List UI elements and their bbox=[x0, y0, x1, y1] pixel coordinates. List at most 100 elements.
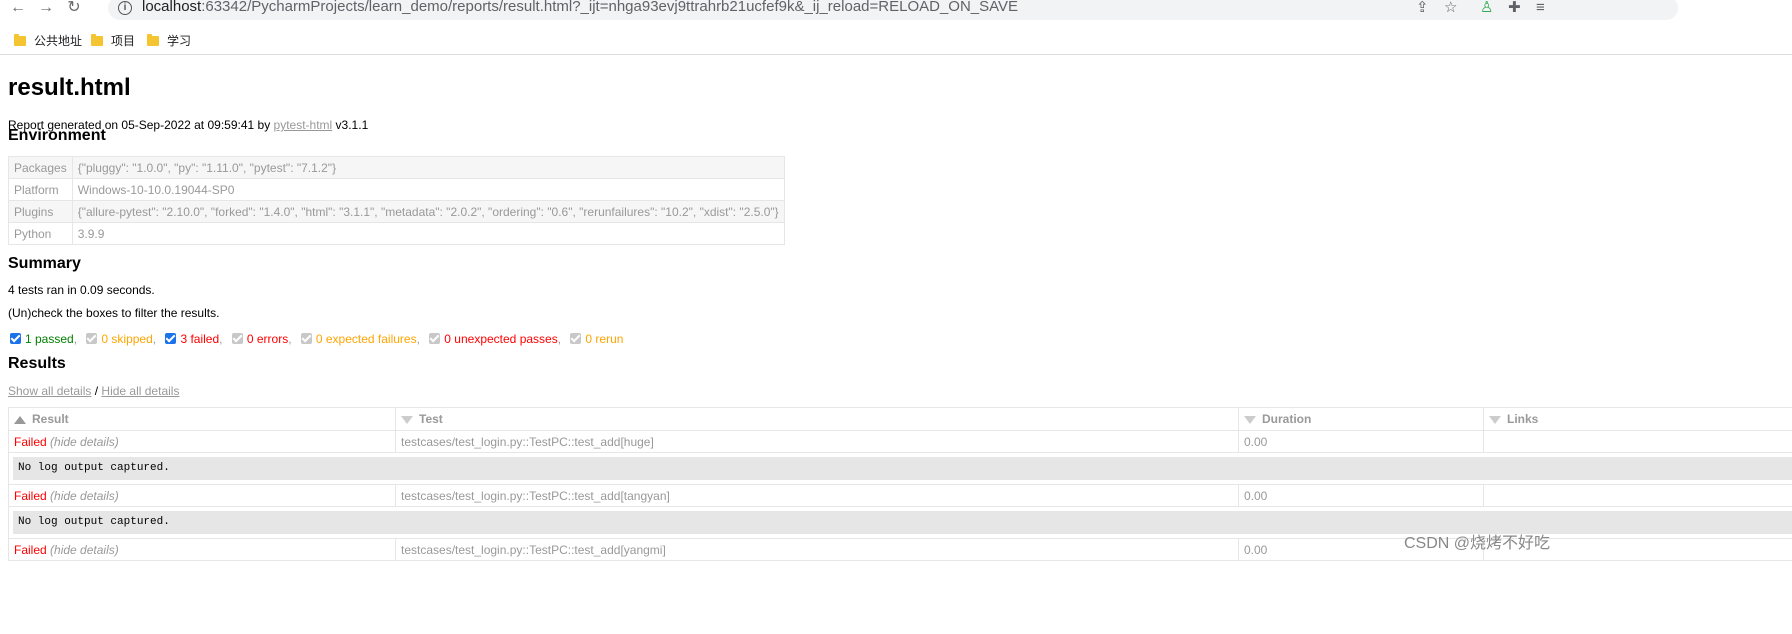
result-cell: Failed (hide details) bbox=[8, 430, 396, 453]
sort-result-header[interactable]: Result bbox=[8, 407, 396, 431]
tests-ran-text: 4 tests ran in 0.09 seconds. bbox=[8, 283, 155, 297]
environment-table: Packages {"pluggy": "1.0.0", "py": "1.11.… bbox=[8, 156, 785, 245]
rerun-checkbox[interactable] bbox=[570, 333, 582, 344]
errors-checkbox[interactable] bbox=[231, 333, 243, 344]
show-all-details-link[interactable]: Show all details bbox=[8, 384, 91, 398]
xfailed-checkbox[interactable] bbox=[300, 333, 312, 344]
sort-descending-icon bbox=[1244, 416, 1256, 424]
results-header-row: Result Test Duration Links bbox=[8, 407, 1792, 431]
column-label: Result bbox=[32, 412, 69, 426]
bookmarks-bar: 公共地址 项目 学习 bbox=[0, 24, 1792, 55]
filter-hint-text: (Un)check the boxes to filter the result… bbox=[8, 306, 220, 320]
page-title: result.html bbox=[8, 74, 131, 101]
env-value: {"allure-pytest": "2.10.0", "forked": "1… bbox=[71, 200, 785, 223]
column-label: Duration bbox=[1262, 412, 1312, 426]
environment-heading: Environment bbox=[8, 127, 106, 144]
column-label: Links bbox=[1507, 412, 1539, 426]
folder-icon bbox=[14, 34, 26, 46]
table-row: Platform Windows-10-10.0.19044-SP0 bbox=[8, 178, 785, 201]
folder-icon bbox=[147, 34, 159, 46]
bookmark-folder-public[interactable]: 公共地址 bbox=[14, 32, 82, 49]
separator: , bbox=[416, 332, 420, 346]
skipped-checkbox[interactable] bbox=[86, 333, 98, 344]
result-cell: Failed (hide details) bbox=[8, 484, 396, 507]
sort-descending-icon bbox=[401, 416, 413, 424]
reload-icon[interactable]: ↻ bbox=[64, 0, 84, 18]
duration-cell: 0.00 bbox=[1238, 430, 1484, 453]
separator: , bbox=[219, 332, 223, 346]
bookmark-label: 公共地址 bbox=[34, 34, 83, 48]
sort-duration-header[interactable]: Duration bbox=[1238, 407, 1484, 431]
star-icon[interactable]: ☆ bbox=[1444, 0, 1457, 16]
test-name-cell: testcases/test_login.py::TestPC::test_ad… bbox=[395, 538, 1239, 561]
bookmark-label: 项目 bbox=[111, 34, 136, 48]
version-text: v3.1.1 bbox=[332, 118, 369, 132]
passed-filter-label: 1 passed bbox=[25, 332, 74, 346]
xfailed-filter-label: 0 expected failures bbox=[315, 332, 417, 346]
table-row: Plugins {"allure-pytest": "2.10.0", "fork… bbox=[8, 200, 785, 223]
links-cell bbox=[1483, 484, 1792, 507]
table-row: Packages {"pluggy": "1.0.0", "py": "1.11.… bbox=[8, 156, 785, 179]
xpassed-checkbox[interactable] bbox=[429, 333, 441, 344]
result-status: Failed bbox=[14, 488, 47, 503]
result-status: Failed bbox=[14, 542, 47, 557]
summary-heading: Summary bbox=[8, 255, 81, 272]
separator: , bbox=[152, 332, 157, 346]
table-row: Python 3.9.9 bbox=[8, 222, 785, 245]
share-icon[interactable]: ⇪ bbox=[1416, 0, 1429, 16]
results-heading: Results bbox=[8, 355, 66, 372]
passed-checkbox[interactable] bbox=[10, 333, 21, 344]
env-value: {"pluggy": "1.0.0", "py": "1.11.0", "pyt… bbox=[71, 156, 785, 179]
pytest-html-link[interactable]: pytest-html bbox=[274, 118, 333, 132]
url-path: :63342/PycharmProjects/learn_demo/report… bbox=[201, 0, 1019, 15]
env-key: Packages bbox=[8, 156, 73, 179]
bookmark-folder-study[interactable]: 学习 bbox=[147, 32, 191, 49]
env-key: Platform bbox=[8, 178, 73, 201]
table-row: Failed (hide details) testcases/test_log… bbox=[8, 430, 1792, 453]
result-filters: 1 passed, 0 skipped, 3 failed, 0 errors,… bbox=[10, 332, 623, 346]
info-icon[interactable]: i bbox=[118, 1, 132, 15]
separator: , bbox=[288, 332, 292, 346]
extension-profile-icon[interactable]: ♙ bbox=[1480, 0, 1493, 16]
failed-filter-label: 3 failed bbox=[180, 332, 220, 346]
details-links: Show all details / Hide all details bbox=[8, 384, 179, 398]
failed-checkbox[interactable] bbox=[165, 333, 177, 344]
env-value: 3.9.9 bbox=[71, 222, 785, 245]
sort-links-header[interactable]: Links bbox=[1483, 407, 1792, 431]
separator: , bbox=[557, 332, 562, 346]
hide-details-toggle[interactable]: (hide details) bbox=[50, 435, 119, 449]
csdn-watermark: CSDN @烧烤不好吃 bbox=[1404, 535, 1551, 552]
hide-details-toggle[interactable]: (hide details) bbox=[50, 489, 119, 503]
url-host: localhost bbox=[142, 0, 202, 15]
column-label: Test bbox=[419, 412, 443, 426]
links-cell bbox=[1483, 430, 1792, 453]
xpassed-filter-label: 0 unexpected passes bbox=[444, 332, 558, 346]
test-name-cell: testcases/test_login.py::TestPC::test_ad… bbox=[395, 484, 1239, 507]
bookmark-label: 学习 bbox=[167, 34, 192, 48]
duration-cell: 0.00 bbox=[1238, 484, 1484, 507]
log-output: No log output captured. bbox=[13, 457, 1792, 480]
extensions-puzzle-icon[interactable]: ✚ bbox=[1508, 0, 1521, 16]
slash-separator: / bbox=[91, 384, 102, 398]
log-row: No log output captured. bbox=[9, 453, 1792, 485]
hide-details-toggle[interactable]: (hide details) bbox=[50, 543, 119, 557]
reading-list-icon[interactable]: ≡ bbox=[1536, 0, 1545, 16]
env-key: Python bbox=[8, 222, 73, 245]
errors-filter-label: 0 errors bbox=[246, 332, 289, 346]
log-cell: No log output captured. bbox=[9, 453, 1792, 485]
sort-test-header[interactable]: Test bbox=[395, 407, 1239, 431]
env-key: Plugins bbox=[8, 200, 73, 223]
forward-arrow-icon[interactable]: → bbox=[36, 0, 56, 18]
back-arrow-icon[interactable]: ← bbox=[8, 0, 28, 18]
rerun-filter-label: 0 rerun bbox=[585, 332, 624, 346]
env-value: Windows-10-10.0.19044-SP0 bbox=[71, 178, 785, 201]
url-text[interactable]: localhost:63342/PycharmProjects/learn_de… bbox=[142, 0, 1018, 15]
sort-ascending-icon bbox=[14, 416, 26, 424]
hide-all-details-link[interactable]: Hide all details bbox=[101, 384, 179, 398]
separator: , bbox=[73, 332, 78, 346]
table-row: Failed (hide details) testcases/test_log… bbox=[8, 484, 1792, 507]
result-cell: Failed (hide details) bbox=[8, 538, 396, 561]
result-status: Failed bbox=[14, 434, 47, 449]
sort-descending-icon bbox=[1489, 416, 1501, 424]
bookmark-folder-projects[interactable]: 项目 bbox=[91, 32, 135, 49]
